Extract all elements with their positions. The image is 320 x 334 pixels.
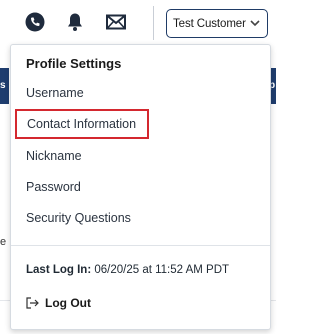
menu-item-nickname[interactable]: Nickname: [26, 149, 82, 163]
logout-label: Log Out: [45, 296, 91, 310]
menu-item-password[interactable]: Password: [26, 180, 81, 194]
profile-dropdown-menu: Profile Settings Username Contact Inform…: [10, 44, 271, 330]
user-account-select[interactable]: Test Customer: [166, 9, 268, 38]
menu-item-contact-information[interactable]: Contact Information: [15, 109, 149, 139]
last-login-info: Last Log In: 06/20/25 at 11:52 AM PDT: [26, 264, 229, 276]
background-text-fragment: e: [0, 236, 7, 248]
last-login-label: Last Log In:: [26, 264, 92, 276]
chevron-down-icon: [249, 17, 261, 32]
dropdown-divider: [11, 245, 270, 246]
background-nav-text-left: s: [0, 80, 6, 91]
bell-icon[interactable]: [64, 11, 86, 33]
last-login-value: 06/20/25 at 11:52 AM PDT: [94, 264, 230, 276]
header-divider: [153, 6, 154, 40]
logout-button[interactable]: Log Out: [26, 296, 91, 310]
phone-icon[interactable]: [24, 11, 46, 33]
menu-item-contact-information-label: Contact Information: [27, 117, 137, 131]
menu-item-username[interactable]: Username: [26, 86, 84, 100]
background-nav-fragment-left: s: [0, 68, 9, 104]
menu-item-security-questions[interactable]: Security Questions: [26, 211, 131, 225]
dropdown-title: Profile Settings: [26, 56, 122, 71]
user-account-select-value: Test Customer: [173, 17, 246, 30]
logout-icon: [26, 297, 39, 309]
mail-icon[interactable]: [105, 11, 127, 33]
top-header: Test Customer: [0, 0, 276, 46]
